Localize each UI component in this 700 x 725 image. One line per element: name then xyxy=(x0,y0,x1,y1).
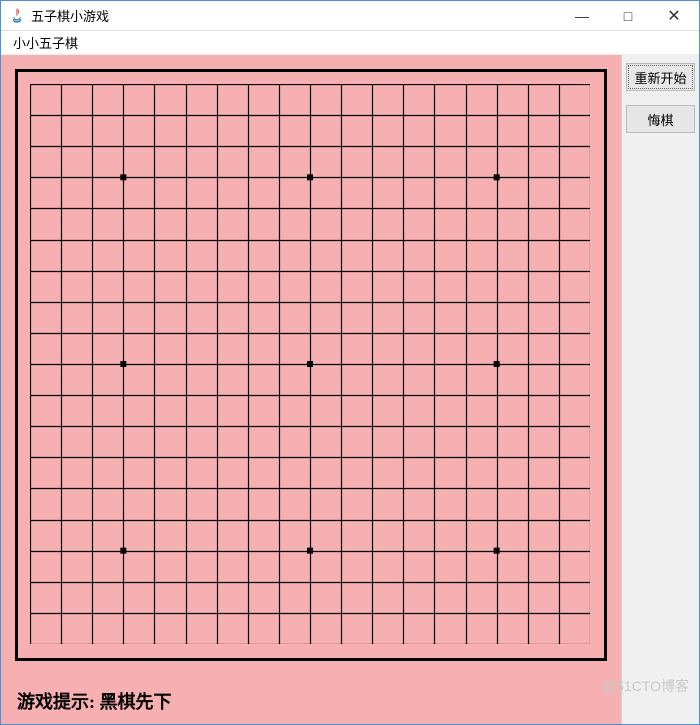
undo-button[interactable]: 悔棋 xyxy=(626,105,695,133)
restart-button[interactable]: 重新开始 xyxy=(626,63,695,91)
star-point xyxy=(120,361,126,367)
close-button[interactable]: ✕ xyxy=(651,1,697,30)
status-line: 游戏提示: 黑棋先下 xyxy=(1,682,621,724)
star-point xyxy=(307,174,313,180)
java-icon xyxy=(9,8,25,24)
menu-main[interactable]: 小小五子棋 xyxy=(7,31,84,54)
status-message: 黑棋先下 xyxy=(100,692,172,712)
maximize-button[interactable]: □ xyxy=(605,1,651,30)
star-point xyxy=(494,548,500,554)
star-point xyxy=(494,361,500,367)
board-wrap xyxy=(1,55,621,682)
status-prefix: 游戏提示: xyxy=(17,692,95,712)
star-point xyxy=(307,548,313,554)
menubar: 小小五子棋 xyxy=(1,31,699,55)
window-controls: — □ ✕ xyxy=(559,1,697,30)
minimize-button[interactable]: — xyxy=(559,1,605,30)
star-point xyxy=(120,174,126,180)
star-point xyxy=(120,548,126,554)
window-title: 五子棋小游戏 xyxy=(31,6,109,25)
star-point xyxy=(307,361,313,367)
board-panel: 游戏提示: 黑棋先下 xyxy=(1,55,621,724)
app-window: 五子棋小游戏 — □ ✕ 小小五子棋 游戏提示: 黑棋先下 xyxy=(0,0,700,725)
gomoku-board[interactable] xyxy=(30,84,590,644)
titlebar: 五子棋小游戏 — □ ✕ xyxy=(1,1,699,31)
star-point xyxy=(494,174,500,180)
side-panel: 重新开始 悔棋 xyxy=(621,55,699,724)
board-frame xyxy=(15,69,607,661)
client-area: 游戏提示: 黑棋先下 重新开始 悔棋 @51CTO博客 xyxy=(1,55,699,724)
